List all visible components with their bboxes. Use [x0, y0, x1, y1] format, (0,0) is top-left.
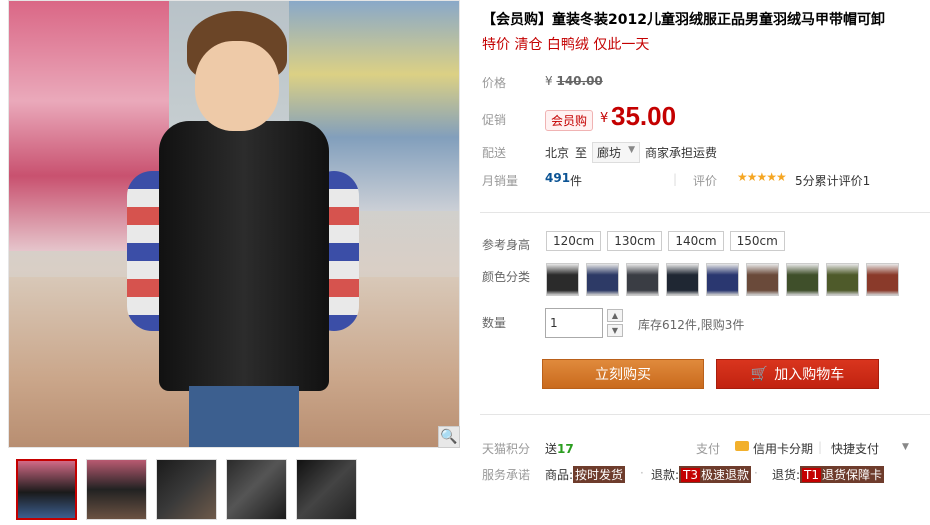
color-swatch-4[interactable]	[666, 263, 699, 296]
service-refund-text: 极速退款	[701, 468, 750, 482]
product-title: 【会员购】童装冬装2012儿童羽绒服正品男童羽绒马甲带帽可卸	[482, 12, 885, 28]
thumbnail-2[interactable]	[86, 459, 147, 520]
original-price-value: 140.00	[556, 74, 603, 88]
monthly-sales-unit: 件	[570, 174, 583, 188]
size-options: 120cm 130cm 140cm 150cm	[546, 231, 785, 251]
divider	[480, 414, 930, 415]
original-currency: ¥	[545, 74, 553, 88]
chevron-down-icon[interactable]: ▼	[902, 442, 909, 452]
service-return: 退货: T1 退货保障卡	[772, 466, 885, 483]
thumbnail-strip	[16, 459, 357, 520]
ship-from: 北京	[545, 146, 570, 160]
chevron-down-icon: ▼	[628, 145, 636, 155]
thumbnail-5[interactable]	[296, 459, 357, 520]
points-label: 天猫积分	[482, 442, 531, 456]
divider	[480, 212, 930, 213]
thumbnail-3[interactable]	[156, 459, 217, 520]
color-label: 颜色分类	[482, 270, 531, 284]
promo-price: 35.00	[611, 101, 677, 131]
add-to-cart-label: 加入购物车	[774, 367, 845, 383]
original-price: ¥ 140.00	[545, 74, 603, 88]
credit-card-icon	[735, 441, 749, 451]
service-goods-label: 商品:	[545, 468, 574, 482]
service-goods: 商品: 按时发货	[545, 466, 626, 483]
cart-icon: 🛒	[750, 366, 769, 382]
color-swatch-2[interactable]	[586, 263, 619, 296]
service-refund-tag[interactable]: T3 极速退款	[679, 466, 752, 483]
size-option-130[interactable]: 130cm	[607, 231, 663, 251]
separator: |	[673, 172, 678, 186]
price-label: 价格	[482, 76, 507, 90]
monthly-sales-count: 491	[545, 171, 571, 185]
size-option-140[interactable]: 140cm	[668, 231, 724, 251]
city-select[interactable]: 廊坊 ▼	[592, 142, 641, 163]
monthly-sales-label: 月销量	[482, 174, 519, 188]
service-dot: ·	[754, 466, 758, 480]
points-prefix: 送	[545, 442, 558, 456]
child-face	[195, 41, 279, 131]
ship-to-word: 至	[575, 146, 588, 160]
fast-pay-option[interactable]: 快捷支付	[831, 440, 879, 457]
quantity-input[interactable]	[545, 308, 603, 338]
service-dot: ·	[640, 466, 644, 480]
service-label: 服务承诺	[482, 468, 531, 482]
service-return-text: 退货保障卡	[822, 468, 883, 482]
shipping-fee-text: 商家承担运费	[645, 146, 718, 160]
thumbnail-1[interactable]	[16, 459, 77, 520]
service-refund-label: 退款:	[651, 468, 680, 482]
buy-now-button[interactable]: 立刻购买	[542, 359, 704, 389]
service-refund: 退款: T3 极速退款	[651, 466, 752, 483]
shipping-label: 配送	[482, 146, 507, 160]
thumbnail-4[interactable]	[226, 459, 287, 520]
service-return-code: T1	[802, 468, 822, 482]
quantity-label: 数量	[482, 316, 507, 330]
main-product-photo[interactable]	[8, 0, 460, 448]
vip-badge: 会员购	[545, 110, 594, 131]
product-page: 🔍 【会员购】童装冬装2012儿童羽绒服正品男童羽绒马甲带帽可卸 特价 清仓 白…	[0, 0, 930, 525]
stock-text: 库存612件,限购3件	[638, 318, 745, 332]
points-number: 17	[557, 442, 574, 456]
service-goods-tag[interactable]: 按时发货	[573, 466, 626, 483]
points-value: 送17	[545, 440, 574, 457]
quantity-increase-button[interactable]: ▲	[607, 309, 623, 322]
color-swatch-6[interactable]	[746, 263, 779, 296]
credit-card-installment[interactable]: 信用卡分期	[753, 440, 813, 457]
service-refund-code: T3	[681, 468, 701, 482]
size-option-120[interactable]: 120cm	[546, 231, 602, 251]
service-return-tag[interactable]: T1 退货保障卡	[800, 466, 885, 483]
rating-label: 评价	[693, 174, 718, 188]
jeans	[189, 386, 299, 447]
promo-label: 促销	[482, 113, 507, 127]
payment-label: 支付	[696, 442, 721, 456]
promo-currency: ¥	[600, 111, 609, 126]
size-label: 参考身高	[482, 238, 531, 252]
color-swatch-7[interactable]	[786, 263, 819, 296]
color-swatches	[546, 263, 899, 296]
add-to-cart-button[interactable]: 🛒 加入购物车	[716, 359, 879, 389]
black-vest	[159, 121, 329, 391]
size-option-150[interactable]: 150cm	[729, 231, 785, 251]
color-swatch-3[interactable]	[626, 263, 659, 296]
product-subtitle: 特价 清仓 白鸭绒 仅此一天	[482, 37, 650, 53]
quantity-decrease-button[interactable]: ▼	[607, 324, 623, 337]
color-swatch-1[interactable]	[546, 263, 579, 296]
rating-text[interactable]: 5分累计评价1	[795, 172, 870, 189]
color-swatch-9[interactable]	[866, 263, 899, 296]
star-rating-icon: ★★★★★	[737, 170, 787, 184]
color-swatch-8[interactable]	[826, 263, 859, 296]
color-swatch-5[interactable]	[706, 263, 739, 296]
separator: |	[818, 440, 823, 454]
city-select-value: 廊坊	[597, 146, 622, 160]
zoom-icon[interactable]: 🔍	[438, 426, 460, 448]
service-return-label: 退货:	[772, 468, 801, 482]
